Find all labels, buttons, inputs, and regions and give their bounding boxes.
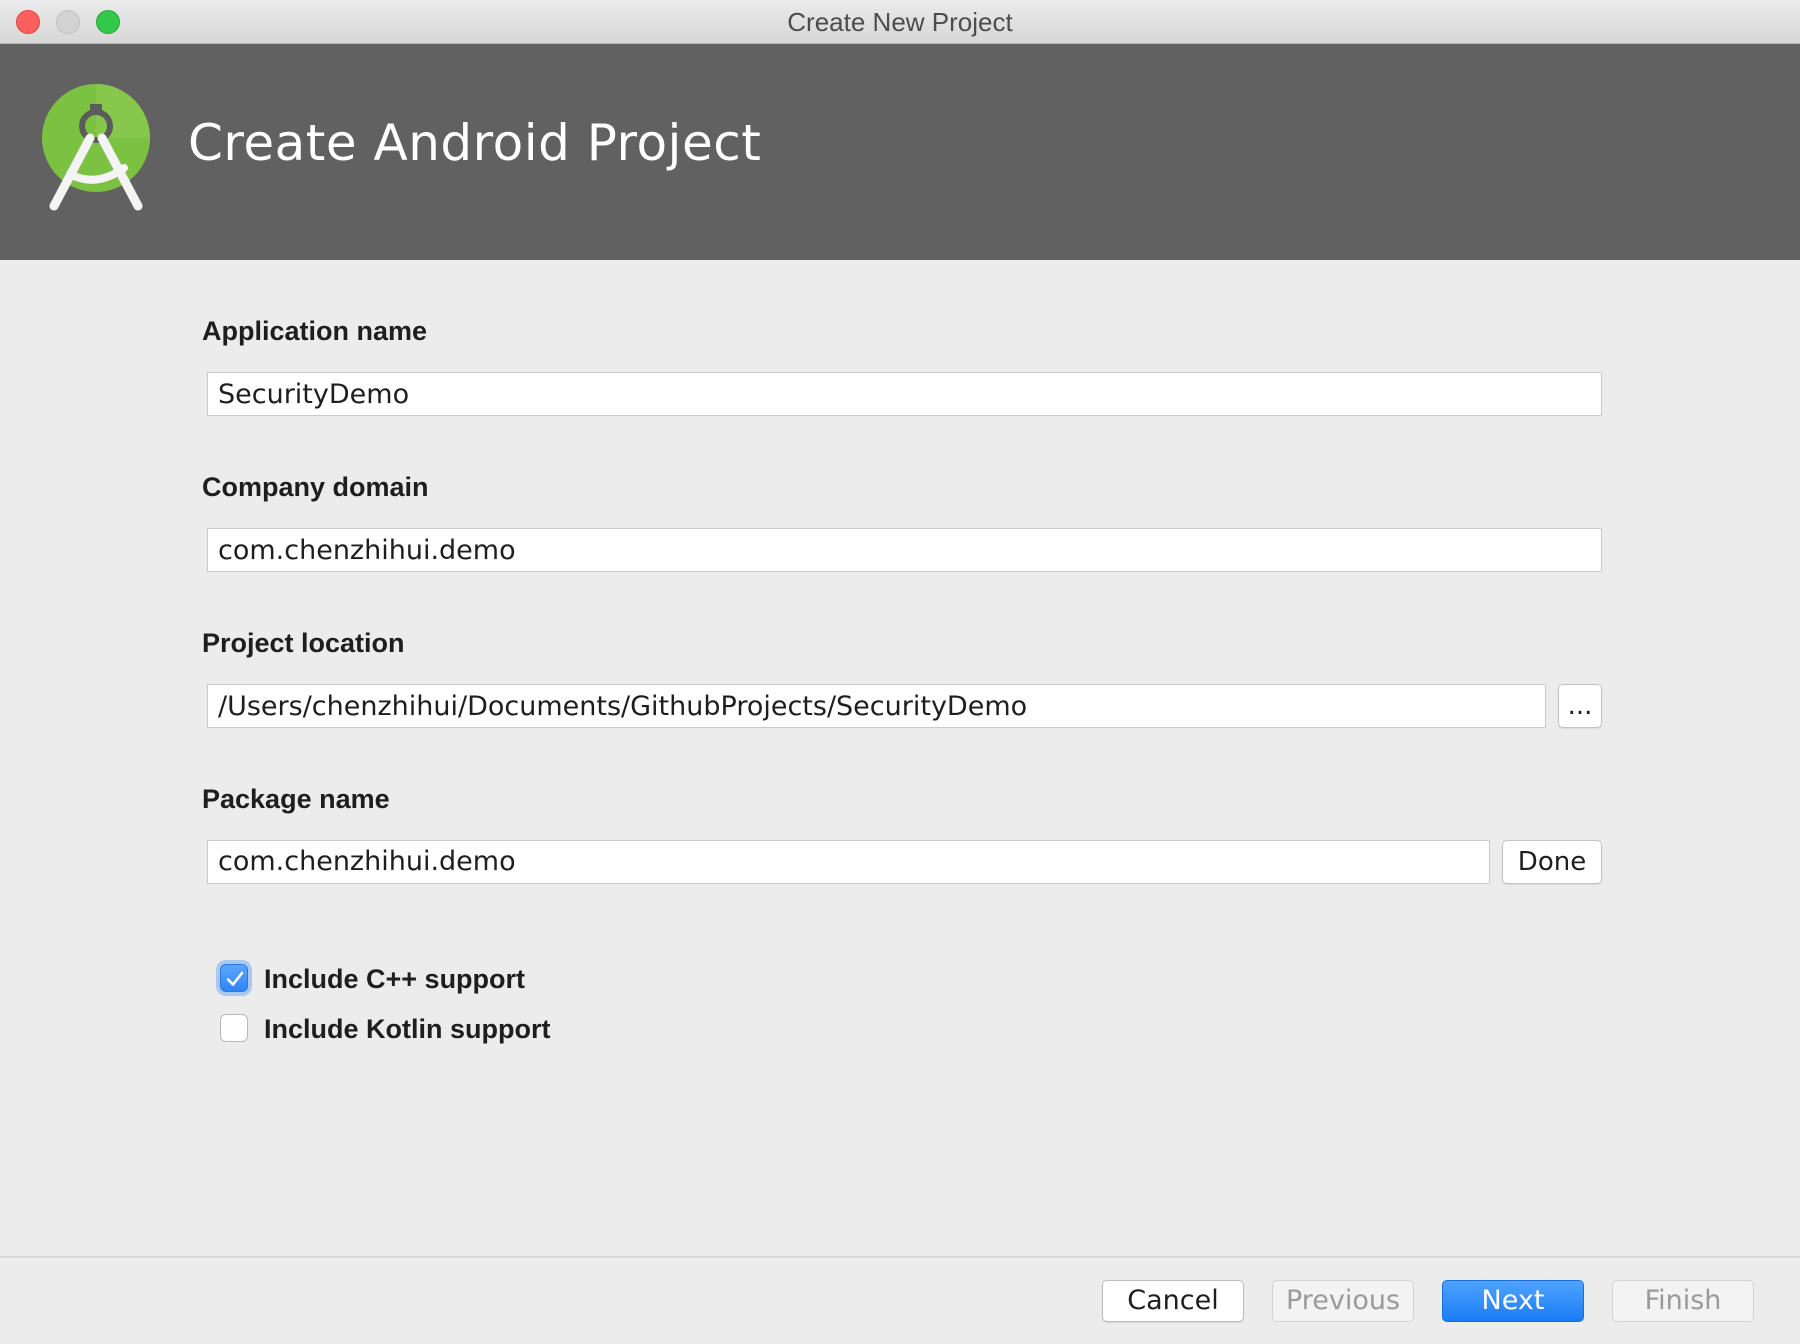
application-name-input[interactable] [207,372,1602,416]
package-name-label: Package name [202,784,390,814]
checkmark-icon [226,971,244,986]
android-studio-logo-icon [42,84,150,211]
company-domain-input[interactable] [207,528,1602,572]
window-title: Create New Project [787,7,1013,37]
browse-location-button[interactable]: ... [1558,684,1602,728]
kotlin-support-label: Include Kotlin support [264,1014,551,1044]
header-banner: Create Android Project [0,44,1800,260]
application-name-label: Application name [202,316,428,346]
project-location-label: Project location [202,628,405,658]
project-location-input[interactable] [207,684,1546,728]
next-button[interactable]: Next [1442,1280,1584,1322]
previous-button[interactable]: Previous [1272,1280,1414,1322]
footer-divider [0,1256,1800,1258]
done-button[interactable]: Done [1502,840,1602,884]
company-domain-label: Company domain [202,472,429,502]
cpp-support-checkbox[interactable] [220,964,248,992]
page-title: Create Android Project [188,114,762,172]
cpp-support-label: Include C++ support [264,964,526,994]
finish-button[interactable]: Finish [1612,1280,1754,1322]
package-name-value[interactable]: com.chenzhihui.demo [207,840,1490,884]
create-project-window: Create New Project Create Android Projec… [0,0,1800,1344]
cancel-button[interactable]: Cancel [1102,1280,1244,1322]
kotlin-support-checkbox[interactable] [220,1014,248,1042]
title-bar: Create New Project [0,0,1800,44]
